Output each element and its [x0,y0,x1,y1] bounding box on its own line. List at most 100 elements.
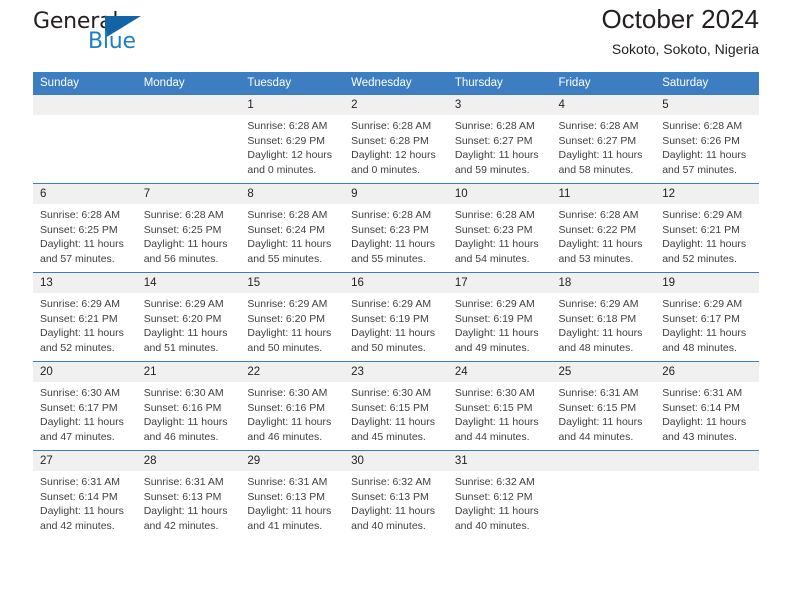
daylight-text: Daylight: 11 hours [40,238,124,251]
sunrise-text: Sunrise: 6:28 AM [247,209,328,221]
calendar-day-cell[interactable]: 17 Sunrise: 6:29 AM Sunset: 6:19 PM Dayligh… [447,272,552,362]
calendar-day-cell[interactable]: 27 Sunrise: 6:31 AM Sunset: 6:14 PM Dayligh… [33,450,137,540]
calendar-day-cell[interactable]: 29 Sunrise: 6:31 AM Sunset: 6:13 PM Dayligh… [240,450,345,540]
sunset-text: Sunset: 6:13 PM [247,490,326,503]
calendar-day-cell[interactable]: 5 Sunrise: 6:28 AM Sunset: 6:26 PM Daylight… [655,94,759,184]
day-number: 2 [344,95,448,115]
sunrise-text: Sunrise: 6:28 AM [40,209,120,221]
sunset-text: Sunset: 6:23 PM [454,223,533,236]
daylight-text: Daylight: 11 hours [662,238,747,251]
day-number: 17 [447,273,552,293]
daylight-text: Daylight: 11 hours [40,416,124,429]
calendar-week-row: 1 Sunrise: 6:28 AM Sunset: 6:29 PM Daylight… [33,94,759,184]
daylight-text: and 55 minutes. [247,252,323,265]
calendar-day-cell[interactable]: 31 Sunrise: 6:32 AM Sunset: 6:12 PM Dayligh… [447,450,552,540]
calendar-day-cell[interactable]: 26 Sunrise: 6:31 AM Sunset: 6:14 PM Dayligh… [655,361,759,451]
day-number: 22 [240,362,345,382]
calendar-day-cell[interactable]: 12 Sunrise: 6:29 AM Sunset: 6:21 PM Dayligh… [655,183,759,273]
calendar-day-cell[interactable]: 13 Sunrise: 6:29 AM Sunset: 6:21 PM Dayligh… [33,272,137,362]
calendar-day-cell-empty [655,450,759,540]
sunrise-text: Sunrise: 6:31 AM [662,387,743,399]
sunrise-text: Sunrise: 6:30 AM [454,387,535,399]
calendar-day-cell[interactable]: 28 Sunrise: 6:31 AM Sunset: 6:13 PM Dayligh… [136,450,241,540]
daylight-text: Daylight: 11 hours [662,327,747,340]
calendar-day-cell[interactable]: 15 Sunrise: 6:29 AM Sunset: 6:20 PM Dayligh… [240,272,345,362]
sunrise-text: Sunrise: 6:29 AM [247,298,328,310]
sunrise-text: Sunrise: 6:32 AM [351,476,432,488]
calendar-day-cell[interactable]: 11 Sunrise: 6:28 AM Sunset: 6:22 PM Dayligh… [551,183,656,273]
day-number: 20 [33,362,137,382]
calendar-day-cell[interactable]: 3 Sunrise: 6:28 AM Sunset: 6:27 PM Daylight… [447,94,552,184]
day-details [655,471,759,475]
day-details: Sunrise: 6:28 AM Sunset: 6:24 PM Daylight:… [240,204,344,266]
day-number: 10 [447,184,552,204]
calendar-day-cell[interactable]: 10 Sunrise: 6:28 AM Sunset: 6:23 PM Dayligh… [447,183,552,273]
calendar-day-cell[interactable]: 25 Sunrise: 6:31 AM Sunset: 6:15 PM Dayligh… [551,361,656,451]
sunrise-text: Sunrise: 6:31 AM [143,476,224,488]
daylight-text: and 41 minutes. [247,519,323,532]
calendar-day-cell-empty [33,94,137,184]
calendar-day-cell[interactable]: 16 Sunrise: 6:29 AM Sunset: 6:19 PM Dayligh… [344,272,448,362]
general-blue-logo[interactable]: General Blue [33,9,153,57]
daylight-text: and 42 minutes. [40,519,115,532]
sunrise-text: Sunrise: 6:29 AM [143,298,224,310]
calendar-day-cell[interactable]: 4 Sunrise: 6:28 AM Sunset: 6:27 PM Daylight… [551,94,656,184]
weekday-header-sunday: Sunday [33,72,137,95]
logo-text-blue: Blue [88,29,136,54]
daylight-text: Daylight: 11 hours [40,505,124,518]
sunrise-text: Sunrise: 6:28 AM [558,209,639,221]
daylight-text: and 52 minutes. [662,252,737,265]
sunset-text: Sunset: 6:25 PM [40,223,118,236]
daylight-text: Daylight: 11 hours [351,327,435,340]
daylight-text: and 44 minutes. [454,430,530,443]
daylight-text: and 0 minutes. [247,163,317,176]
sunrise-text: Sunrise: 6:31 AM [247,476,328,488]
calendar-day-cell[interactable]: 21 Sunrise: 6:30 AM Sunset: 6:16 PM Dayligh… [136,361,241,451]
calendar-day-cell[interactable]: 2 Sunrise: 6:28 AM Sunset: 6:28 PM Daylight… [344,94,448,184]
sunset-text: Sunset: 6:12 PM [454,490,533,503]
sunset-text: Sunset: 6:17 PM [662,312,740,325]
calendar-week-row: 6 Sunrise: 6:28 AM Sunset: 6:25 PM Daylight… [33,183,759,273]
daylight-text: Daylight: 11 hours [454,327,539,340]
day-number: 4 [551,95,656,115]
day-details: Sunrise: 6:31 AM Sunset: 6:15 PM Daylight:… [552,382,656,444]
day-details [137,115,241,119]
day-number: 11 [551,184,656,204]
calendar-day-cell[interactable]: 22 Sunrise: 6:30 AM Sunset: 6:16 PM Dayligh… [240,361,345,451]
calendar-day-cell[interactable]: 19 Sunrise: 6:29 AM Sunset: 6:17 PM Dayligh… [655,272,759,362]
calendar-day-cell[interactable]: 20 Sunrise: 6:30 AM Sunset: 6:17 PM Dayligh… [33,361,137,451]
daylight-text: Daylight: 11 hours [247,416,332,429]
calendar-day-cell[interactable]: 30 Sunrise: 6:32 AM Sunset: 6:13 PM Dayligh… [344,450,448,540]
day-details: Sunrise: 6:31 AM Sunset: 6:14 PM Daylight:… [655,382,759,444]
calendar-day-cell[interactable]: 14 Sunrise: 6:29 AM Sunset: 6:20 PM Dayligh… [136,272,241,362]
day-details: Sunrise: 6:31 AM Sunset: 6:14 PM Daylight:… [33,471,137,533]
calendar-day-cell[interactable]: 24 Sunrise: 6:30 AM Sunset: 6:15 PM Dayligh… [447,361,552,451]
day-number: 27 [33,451,137,471]
sunrise-text: Sunrise: 6:28 AM [662,120,743,132]
daylight-text: and 56 minutes. [143,252,219,265]
daylight-text: and 43 minutes. [662,430,737,443]
sunrise-text: Sunrise: 6:28 AM [351,120,432,132]
calendar-day-cell[interactable]: 7 Sunrise: 6:28 AM Sunset: 6:25 PM Daylight… [136,183,241,273]
calendar-day-cell[interactable]: 6 Sunrise: 6:28 AM Sunset: 6:25 PM Daylight… [33,183,137,273]
day-number: 19 [655,273,759,293]
day-details: Sunrise: 6:30 AM Sunset: 6:16 PM Daylight:… [137,382,241,444]
day-number: 7 [136,184,241,204]
day-number: 29 [240,451,345,471]
calendar-day-cell[interactable]: 18 Sunrise: 6:29 AM Sunset: 6:18 PM Dayligh… [551,272,656,362]
day-number: 25 [551,362,656,382]
daylight-text: and 45 minutes. [351,430,426,443]
calendar-day-cell[interactable]: 1 Sunrise: 6:28 AM Sunset: 6:29 PM Daylight… [240,94,345,184]
calendar-day-cell[interactable]: 8 Sunrise: 6:28 AM Sunset: 6:24 PM Daylight… [240,183,345,273]
calendar-page: General Blue October 2024 Sokoto, Sokoto… [0,0,792,612]
daylight-text: and 48 minutes. [558,341,634,354]
daylight-text: Daylight: 11 hours [351,505,435,518]
day-number [33,95,137,115]
calendar-day-cell[interactable]: 23 Sunrise: 6:30 AM Sunset: 6:15 PM Dayligh… [344,361,448,451]
calendar-week-row: 27 Sunrise: 6:31 AM Sunset: 6:14 PM Dayligh… [33,450,759,540]
calendar-day-cell[interactable]: 9 Sunrise: 6:28 AM Sunset: 6:23 PM Daylight… [344,183,448,273]
day-details: Sunrise: 6:28 AM Sunset: 6:23 PM Daylight:… [344,204,448,266]
daylight-text: and 54 minutes. [454,252,530,265]
daylight-text: Daylight: 11 hours [454,416,539,429]
sunset-text: Sunset: 6:22 PM [558,223,637,236]
